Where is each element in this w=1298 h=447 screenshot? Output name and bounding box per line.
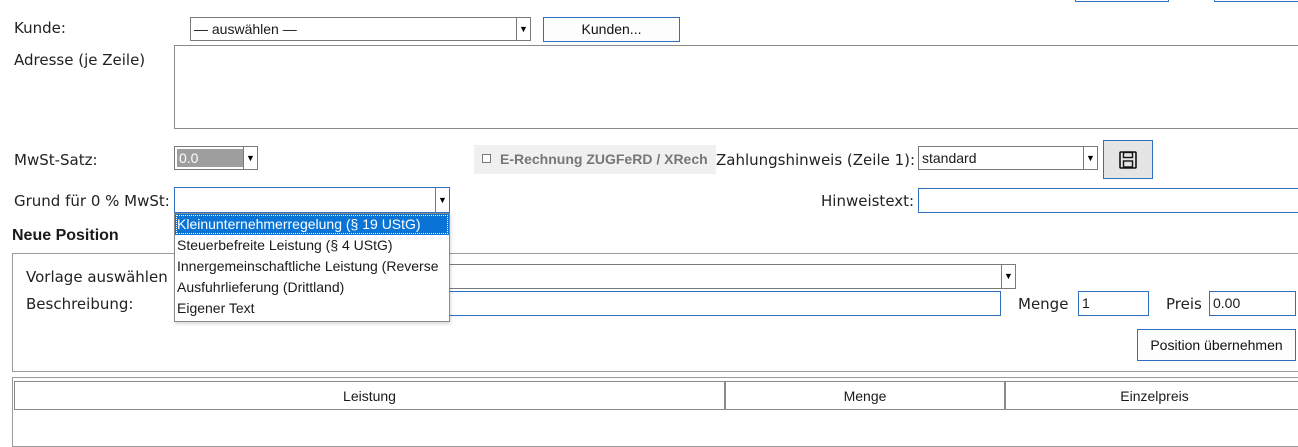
customer-label: Kunde: — [14, 19, 66, 37]
dropdown-option[interactable]: Kleinunternehmerregelung (§ 19 UStG) — [175, 214, 449, 235]
price-input[interactable]: 0.00 — [1209, 291, 1296, 316]
payment-value: standard — [922, 150, 977, 166]
customers-button[interactable]: Kunden... — [543, 17, 680, 42]
vat-label: MwSt-Satz: — [14, 151, 98, 169]
vat-reason-dropdown[interactable]: Kleinunternehmerregelung (§ 19 UStG) Ste… — [174, 213, 450, 322]
chevron-down-icon: ▼ — [243, 147, 257, 169]
note-input[interactable] — [918, 188, 1298, 213]
vat-reason-select[interactable]: ▼ — [174, 187, 450, 213]
vat-value: 0.0 — [179, 150, 199, 166]
top-button-partial-2[interactable] — [1214, 0, 1298, 2]
dropdown-option[interactable]: Ausfuhrlieferung (Drittland) — [175, 277, 449, 298]
template-label: Vorlage auswählen — [26, 268, 168, 286]
erechnung-checkbox[interactable] — [482, 154, 491, 163]
address-textarea[interactable] — [174, 45, 1298, 129]
column-header-unit-price[interactable]: Einzelpreis — [1005, 381, 1298, 410]
vat-reason-label: Grund für 0 % MwSt: — [14, 192, 170, 210]
vat-select[interactable]: 0.0 ▼ — [174, 146, 258, 170]
customer-select-value: — auswählen — — [194, 21, 297, 37]
customer-select[interactable]: — auswählen — ▼ — [190, 17, 531, 41]
dropdown-option[interactable]: Eigener Text — [175, 298, 449, 319]
payment-select[interactable]: standard ▼ — [918, 146, 1098, 170]
column-header-quantity[interactable]: Menge — [725, 381, 1005, 410]
quantity-input[interactable]: 1 — [1078, 291, 1149, 316]
top-button-partial-1[interactable] — [1075, 0, 1169, 2]
floppy-disk-icon — [1119, 151, 1137, 169]
payment-label: Zahlungshinweis (Zeile 1): — [716, 151, 916, 169]
apply-position-button[interactable]: Position übernehmen — [1137, 329, 1296, 361]
address-label: Adresse (je Zeile) — [14, 51, 146, 69]
price-label: Preis — [1166, 295, 1202, 313]
dropdown-option[interactable]: Innergemeinschaftliche Leistung (Reverse — [175, 256, 449, 277]
chevron-down-icon: ▼ — [435, 188, 449, 212]
chevron-down-icon: ▼ — [516, 18, 530, 40]
note-label: Hinweistext: — [821, 192, 915, 210]
chevron-down-icon: ▼ — [1001, 265, 1015, 288]
dropdown-option[interactable]: Steuerbefreite Leistung (§ 4 UStG) — [175, 235, 449, 256]
erechnung-label: E-Rechnung ZUGFeRD / XRech — [500, 151, 708, 167]
column-header-service[interactable]: Leistung — [14, 381, 725, 410]
save-payment-button[interactable] — [1103, 140, 1153, 179]
chevron-down-icon: ▼ — [1083, 147, 1097, 169]
quantity-label: Menge — [1018, 295, 1069, 313]
erechnung-checkbox-area[interactable]: E-Rechnung ZUGFeRD / XRech — [474, 145, 716, 174]
description-label: Beschreibung: — [26, 295, 134, 313]
new-position-heading: Neue Position — [12, 227, 119, 244]
